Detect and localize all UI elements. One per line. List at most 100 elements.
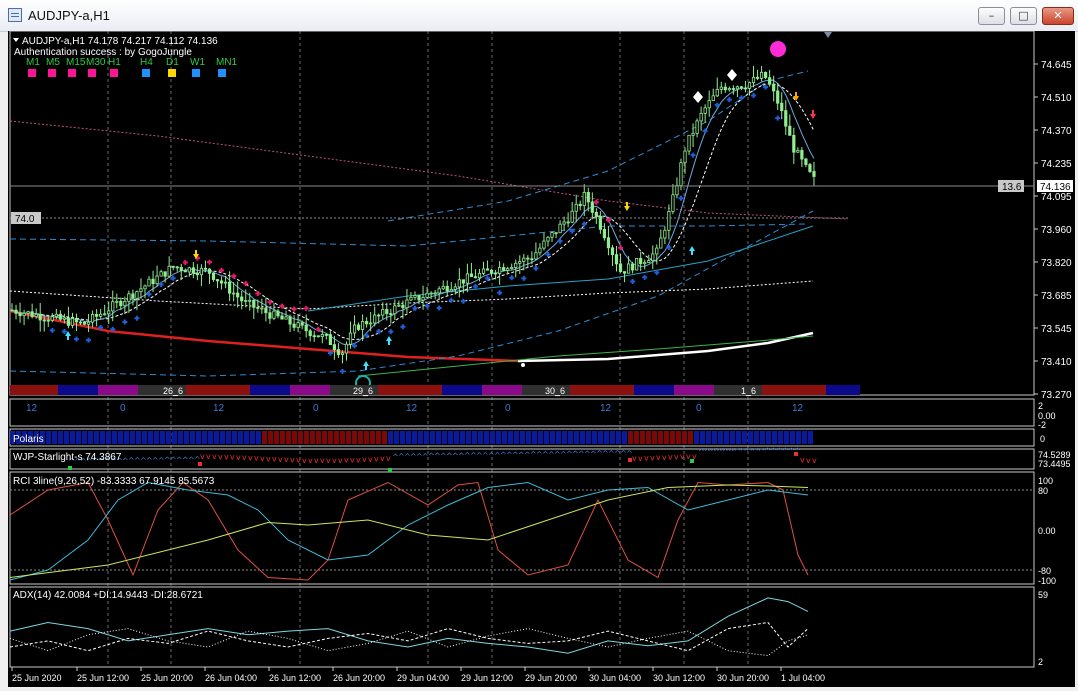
starlight-sell-glyph: v (674, 452, 679, 461)
candle-body (780, 102, 784, 112)
starlight-sell-glyph: v (236, 453, 241, 462)
session-bar: 26_6 29_6 30_6 1_6 (10, 385, 860, 396)
buy-dot (134, 315, 140, 321)
time-tick-label: 26 Jun 20:00 (333, 673, 385, 683)
timeframe-label: M30 (86, 57, 106, 68)
minimize-button[interactable]: – (978, 7, 1005, 25)
starlight-sell-glyph: v (314, 456, 319, 465)
candle-body (195, 272, 199, 276)
window-titlebar[interactable]: AUDJPY-a,H1 – □ ✕ (0, 0, 1078, 32)
rci-short-line (9, 481, 809, 581)
candle-body (14, 309, 18, 314)
candle-body (91, 314, 95, 323)
polaris-block (736, 431, 741, 444)
polaris-block (322, 431, 327, 444)
candle-body (18, 312, 22, 317)
session-segment (290, 385, 330, 395)
candle-body (167, 265, 171, 277)
polaris-block (538, 431, 543, 444)
starlight-sell-glyph: v (344, 456, 349, 465)
hour-label: 12 (26, 403, 38, 414)
maximize-button[interactable]: □ (1010, 7, 1037, 25)
polaris-block (436, 431, 441, 444)
candle-body (199, 267, 204, 276)
channel-mid-line (9, 223, 809, 247)
close-button[interactable]: ✕ (1042, 7, 1074, 25)
starlight-sell-glyph: v (212, 452, 217, 461)
candle-body (292, 323, 296, 328)
candle-body (244, 300, 248, 302)
polaris-block (412, 431, 417, 444)
starlight-sell-glyph: v (350, 456, 355, 465)
buy-dot (509, 275, 515, 281)
starlight-sell-glyph: v (644, 454, 649, 463)
candle-body (54, 313, 58, 317)
buy-dot (400, 324, 406, 330)
session-segment (186, 385, 250, 395)
hour-label: 0 (696, 403, 702, 414)
time-tick-label: 25 Jun 12:00 (77, 673, 129, 683)
timeframe-label: D1 (166, 57, 179, 68)
polaris-block (52, 431, 57, 444)
polaris-block (238, 431, 243, 444)
candle-body (46, 319, 50, 322)
candle-body (320, 334, 324, 338)
chart-shift-icon[interactable] (824, 32, 832, 38)
polaris-block (286, 431, 291, 444)
starlight-signal-square (794, 452, 798, 456)
polaris-block (808, 431, 813, 444)
starlight-sell-glyph: v (260, 454, 265, 463)
timeframe-status-square (168, 69, 176, 77)
polaris-block (520, 431, 525, 444)
sell-dot (231, 273, 237, 279)
chart-area[interactable]: 26_6 29_6 30_6 1_6 AUDJPY-a,H1 74.178 74.21… (8, 31, 1075, 687)
polaris-block (388, 431, 393, 444)
candle-body (498, 267, 502, 274)
polaris-block (592, 431, 597, 444)
rci-axis-label: -80 (1038, 566, 1051, 576)
starlight-sell-glyph: v (224, 452, 229, 461)
chart-header: AUDJPY-a,H1 74.178 74.217 74.112 74.136 … (13, 36, 238, 77)
time-tick-label: 29 Jun 20:00 (525, 673, 577, 683)
buy-dot (533, 265, 539, 271)
polaris-block (232, 431, 237, 444)
chart-canvas[interactable]: 26_6 29_6 30_6 1_6 AUDJPY-a,H1 74.178 74.21… (8, 31, 1075, 687)
candle-body (695, 120, 699, 134)
price-tick-label: 73.410 (1041, 357, 1072, 368)
candle-body (671, 194, 675, 212)
price-tick-label: 73.545 (1041, 324, 1072, 335)
buy-dot (751, 92, 757, 98)
buy-dot (763, 84, 769, 90)
chart-menu-icon[interactable] (13, 38, 19, 42)
timeframe-status-square (48, 69, 56, 77)
candle-body (66, 317, 71, 326)
polaris-block (82, 431, 87, 444)
price-tick-label: 73.270 (1041, 390, 1072, 401)
candle-body (683, 150, 687, 164)
candle-body (70, 318, 75, 326)
polaris-block (250, 431, 255, 444)
polaris-block (442, 431, 447, 444)
polaris-block (556, 431, 561, 444)
polaris-block (790, 431, 795, 444)
polaris-block (244, 431, 249, 444)
polaris-block (394, 431, 399, 444)
polaris-block (724, 431, 729, 444)
polaris-block (772, 431, 777, 444)
candles (10, 65, 816, 364)
candle-body (365, 321, 369, 325)
candle-body (703, 107, 707, 114)
candle-body (747, 82, 752, 89)
buy-dot (726, 97, 732, 103)
polaris-block (448, 431, 453, 444)
candle-body (768, 77, 772, 85)
symbol-quote-line: AUDJPY-a,H1 74.178 74.217 74.112 74.136 (22, 36, 218, 47)
adx-label: ADX(14) 42.0084 +DI:14.9443 -DI:28.6721 (13, 590, 203, 601)
starlight-sell-glyph: v (656, 453, 661, 462)
candle-body (643, 262, 647, 265)
timeframe-status-square (218, 69, 226, 77)
starlight-sell-glyph: v (668, 453, 673, 462)
polaris-block (76, 431, 81, 444)
timeframe-status-square (192, 69, 200, 77)
timeframe-status-square (110, 69, 118, 77)
